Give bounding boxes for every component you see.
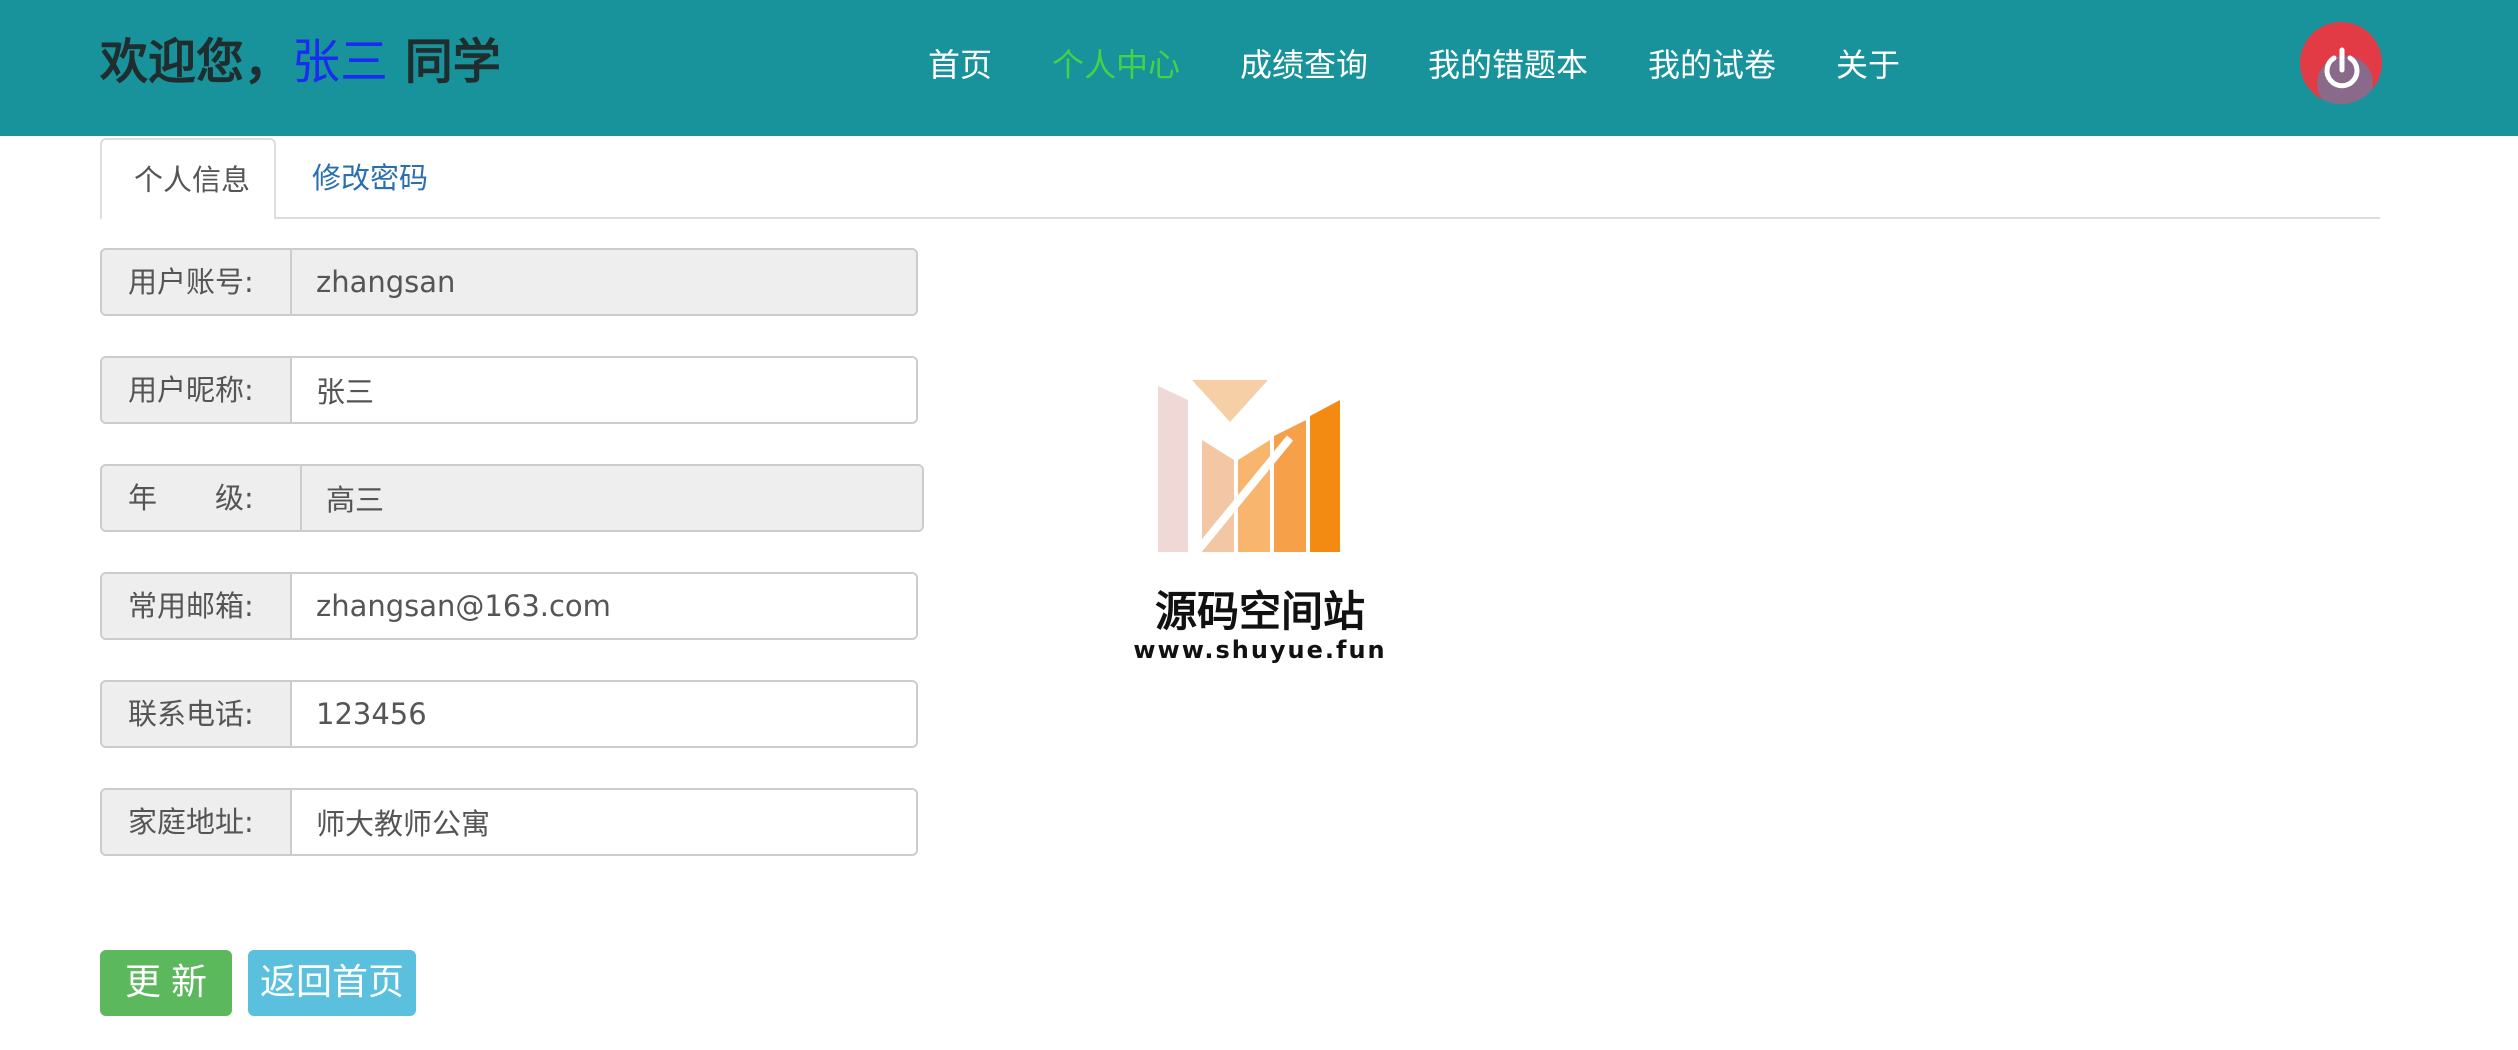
back-home-button[interactable]: 返回首页	[248, 950, 416, 1016]
email-field[interactable]	[292, 574, 916, 638]
welcome-username: 张三	[292, 34, 389, 90]
email-label: 常用邮箱:	[102, 574, 292, 638]
tab-personal-info[interactable]: 个人信息	[100, 138, 276, 220]
nickname-field[interactable]	[292, 358, 916, 422]
logout-button[interactable]	[2300, 22, 2382, 104]
tab-change-password[interactable]: 修改密码	[280, 138, 460, 218]
nav-score-query[interactable]: 成绩查询	[1240, 40, 1368, 90]
top-navbar: 欢迎您，张三 同学 首页 个人中心 成绩查询 我的错题本 我的试卷 关于	[0, 0, 2518, 136]
account-field[interactable]	[292, 250, 916, 314]
phone-row: 联系电话:	[100, 680, 918, 748]
power-icon	[2324, 47, 2360, 89]
nickname-label: 用户昵称:	[102, 358, 292, 422]
account-row: 用户账号:	[100, 248, 918, 316]
watermark-name: 源码空间站	[1154, 587, 1365, 636]
address-label: 家庭地址:	[102, 790, 292, 854]
nav-personal-center[interactable]: 个人中心	[1052, 40, 1180, 90]
nickname-row: 用户昵称:	[100, 356, 918, 424]
email-row: 常用邮箱:	[100, 572, 918, 640]
nav-home[interactable]: 首页	[928, 40, 992, 90]
welcome-message: 欢迎您，张三 同学	[100, 30, 501, 94]
address-row: 家庭地址:	[100, 788, 918, 856]
phone-field[interactable]	[292, 682, 916, 746]
nav-about[interactable]: 关于	[1836, 40, 1900, 90]
welcome-suffix: 同学	[388, 34, 501, 90]
nav-wrong-questions[interactable]: 我的错题本	[1428, 40, 1588, 90]
grade-label: 年 级:	[102, 466, 302, 530]
welcome-prefix: 欢迎您，	[100, 34, 293, 90]
phone-label: 联系电话:	[102, 682, 292, 746]
nav-my-papers[interactable]: 我的试卷	[1648, 40, 1776, 90]
account-label: 用户账号:	[102, 250, 292, 314]
update-button[interactable]: 更新	[100, 950, 232, 1016]
grade-field[interactable]	[302, 466, 922, 530]
address-field[interactable]	[292, 790, 916, 854]
watermark-url: www.shuyue.fun	[1133, 636, 1387, 664]
grade-row: 年 级:	[100, 464, 924, 532]
